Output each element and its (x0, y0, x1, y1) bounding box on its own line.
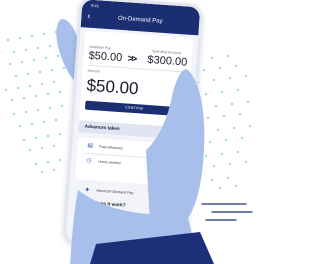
how-body: After you work, money will be added (82, 212, 136, 221)
phone: 9:41 ‹ On-Demand Pay Available Pay $50.0… (62, 0, 204, 253)
money-icon: ▤ (87, 142, 94, 150)
list-item-label: Past advances (99, 144, 123, 151)
lightbulb-icon: ✦ (84, 186, 91, 195)
about-link[interactable]: About On-Demand Pay (96, 189, 133, 196)
clock-icon: ◷ (86, 157, 92, 165)
motion-lines (201, 203, 253, 221)
options-list: ▤ Past advances ◷ Hours worked (75, 137, 186, 187)
page-title: On-Demand Pay (117, 15, 163, 25)
advances-label: Advances taken (84, 123, 120, 132)
amount-value[interactable]: $50.00 (86, 76, 139, 100)
phone-screen: 9:41 ‹ On-Demand Pay Available Pay $50.0… (62, 0, 204, 253)
list-item-label: Hours worked (98, 159, 121, 166)
dot-pattern-right (195, 55, 251, 189)
dot-pattern-left (5, 31, 65, 173)
how-heading: How does it work? (83, 200, 126, 209)
to-amount: $300.00 (147, 53, 188, 69)
app-header: 9:41 ‹ On-Demand Pay (80, 0, 201, 36)
amount-label: Amount (87, 68, 101, 74)
info-section: ✦ About On-Demand Pay How does it work? … (70, 181, 183, 253)
status-time: 9:41 (91, 2, 100, 9)
confirm-button[interactable]: CONFIRM (84, 100, 184, 117)
double-arrow-icon: >> (127, 53, 136, 65)
from-amount: $50.00 (88, 49, 123, 65)
